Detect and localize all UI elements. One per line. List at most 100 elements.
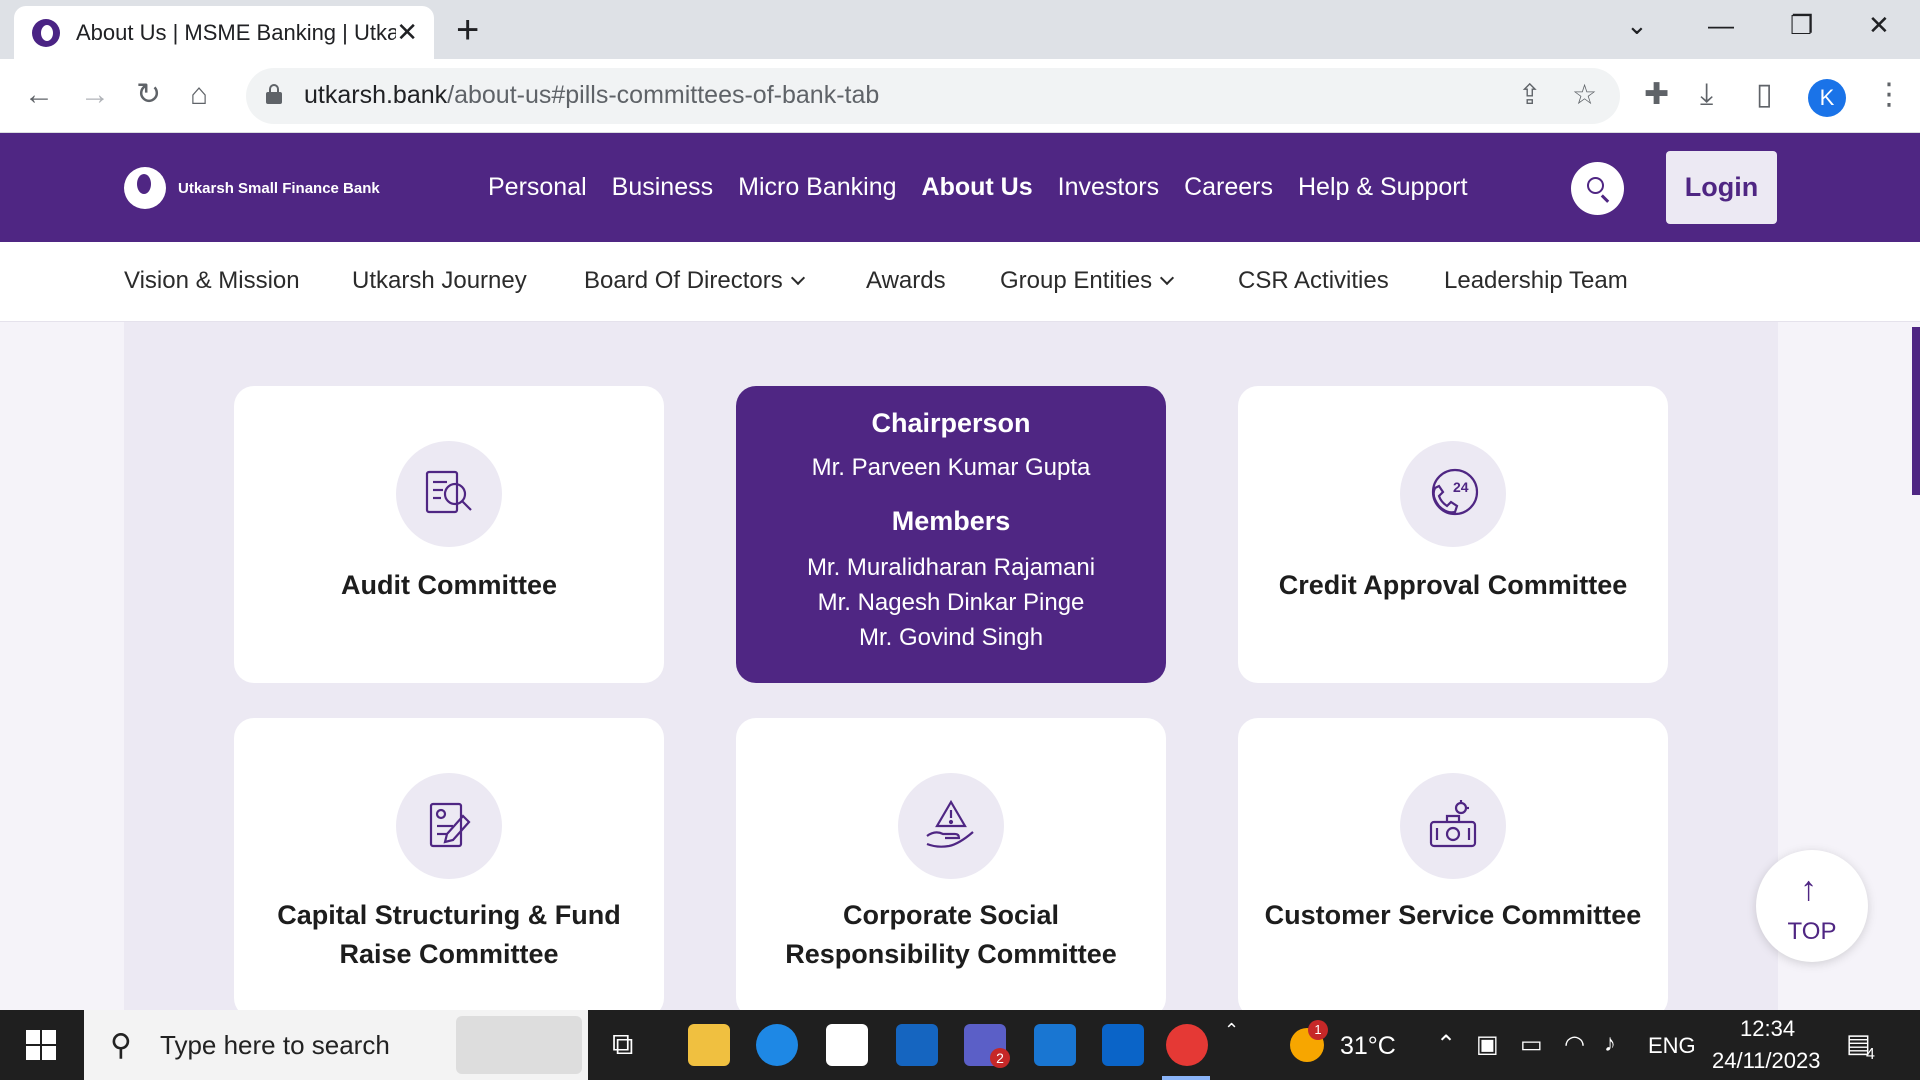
chairperson-label: Chairperson [871, 408, 1031, 438]
member-name: Mr. Govind Singh [858, 624, 1044, 651]
chevron-down-icon [1160, 270, 1175, 286]
extensions-icon[interactable]: ✚ [1644, 77, 1669, 113]
share-icon[interactable]: ⇪ [1518, 78, 1541, 112]
outlook-icon[interactable] [1102, 1024, 1144, 1066]
subnav-vision-mission[interactable]: Vision & Mission [124, 267, 300, 295]
address-bar[interactable]: utkarsh.bank/about-us#pills-committees-o… [246, 68, 1620, 124]
sidepanel-icon[interactable]: ▯ [1756, 77, 1773, 113]
committee-card-expanded[interactable]: Chairperson Mr. Parveen Kumar Gupta Memb… [736, 386, 1166, 683]
download-icon[interactable]: ⤓ [1700, 77, 1713, 113]
new-tab-icon[interactable]: + [456, 8, 479, 52]
about-subnav: Vision & Mission Utkarsh Journey Board O… [0, 242, 1920, 322]
subnav-leadership-team[interactable]: Leadership Team [1444, 267, 1628, 295]
audit-document-icon [396, 441, 502, 547]
store-icon[interactable] [826, 1024, 868, 1066]
card-title: Corporate Social Responsibility Committe… [785, 900, 1117, 969]
search-button[interactable] [1571, 162, 1624, 215]
member-name: Mr. Nagesh Dinkar Pinge [817, 589, 1085, 616]
weather-icon[interactable]: 1 [1290, 1020, 1328, 1062]
weather-badge: 1 [1308, 1020, 1328, 1040]
top-label: TOP [1787, 918, 1837, 945]
nav-careers[interactable]: Careers [1184, 173, 1273, 202]
overflow-icon[interactable]: ⌃ [1224, 1020, 1239, 1041]
login-button[interactable]: Login [1666, 151, 1777, 224]
chairperson-name: Mr. Parveen Kumar Gupta [811, 454, 1091, 481]
customer-service-icon [1400, 773, 1506, 879]
clock-time[interactable]: 12:34 [1740, 1016, 1795, 1042]
browser-tab-bar: About Us | MSME Banking | Utkarsh ✕ + ⌄ … [0, 0, 1920, 59]
committee-card-capital-structuring[interactable]: Capital Structuring & Fund Raise Committ… [234, 718, 664, 1018]
subnav-awards[interactable]: Awards [866, 267, 946, 295]
committee-card-csr[interactable]: Corporate Social Responsibility Committe… [736, 718, 1166, 1018]
nav-help-support[interactable]: Help & Support [1298, 173, 1468, 202]
star-icon[interactable]: ☆ [1572, 78, 1597, 112]
arrow-up-icon: ↑ [1800, 870, 1817, 908]
clock-date[interactable]: 24/11/2023 [1712, 1048, 1820, 1074]
url-text[interactable]: utkarsh.bank/about-us#pills-committees-o… [304, 81, 879, 110]
document-edit-icon [396, 773, 502, 879]
committee-card-customer-service[interactable]: Customer Service Committee [1238, 718, 1668, 1018]
wifi-icon[interactable]: ◠ [1564, 1030, 1585, 1059]
minimize-icon[interactable]: — [1708, 10, 1734, 40]
committee-card-audit[interactable]: Audit Committee [234, 386, 664, 683]
close-window-icon[interactable]: ✕ [1868, 10, 1890, 40]
restore-icon[interactable]: ❐ [1790, 10, 1813, 40]
nav-investors[interactable]: Investors [1058, 173, 1159, 202]
meet-icon[interactable]: ▣ [1476, 1030, 1499, 1059]
task-view-icon[interactable]: ⧉ [612, 1028, 633, 1062]
taskbar-search-box[interactable]: ⚲ Type here to search [84, 1010, 588, 1080]
svg-text:24: 24 [1453, 479, 1469, 495]
edge-icon[interactable] [756, 1024, 798, 1066]
windows-start-icon[interactable] [26, 1030, 56, 1060]
hand-warning-icon [898, 773, 1004, 879]
lock-icon[interactable] [266, 84, 282, 104]
tab-title: About Us | MSME Banking | Utkarsh [76, 19, 396, 45]
chrome-icon[interactable] [1166, 1024, 1208, 1066]
menu-icon[interactable]: ⋮ [1874, 77, 1904, 113]
member-name: Mr. Muralidharan Rajamani [806, 554, 1096, 581]
subnav-utkarsh-journey[interactable]: Utkarsh Journey [352, 267, 527, 295]
home-icon[interactable]: ⌂ [190, 77, 208, 113]
site-logo[interactable]: Utkarsh Small Finance Bank [124, 167, 380, 209]
members-label: Members [891, 506, 1011, 536]
back-to-top-button[interactable]: ↑ TOP [1756, 850, 1868, 962]
favicon-icon [32, 18, 60, 47]
profile-avatar[interactable]: K [1808, 79, 1846, 117]
tab-search-icon[interactable]: ⌄ [1626, 10, 1648, 40]
subnav-csr-activities[interactable]: CSR Activities [1238, 267, 1389, 295]
committee-card-credit-approval[interactable]: 24 Credit Approval Committee [1238, 386, 1668, 683]
taskbar-search-placeholder: Type here to search [160, 1030, 390, 1060]
battery-icon[interactable]: ▭ [1520, 1030, 1543, 1059]
defender-icon[interactable] [1034, 1024, 1076, 1066]
search-icon: ⚲ [110, 1029, 132, 1062]
main-nav: Personal Business Micro Banking About Us… [488, 173, 1493, 202]
people-icon[interactable] [456, 1016, 582, 1074]
active-app-indicator [1162, 1076, 1210, 1080]
news-app-icon[interactable] [896, 1024, 938, 1066]
nav-about-us[interactable]: About Us [922, 173, 1033, 202]
nav-micro-banking[interactable]: Micro Banking [738, 173, 896, 202]
volume-icon[interactable]: ♪ [1604, 1030, 1616, 1058]
notification-count: 4 [1866, 1046, 1875, 1063]
language-indicator[interactable]: ENG [1648, 1033, 1696, 1059]
subnav-group-entities[interactable]: Group Entities [1000, 267, 1175, 295]
page-scrollbar[interactable] [1912, 327, 1920, 495]
forward-icon[interactable]: → [80, 77, 110, 113]
back-icon[interactable]: ← [24, 77, 54, 113]
card-title: Audit Committee [341, 570, 557, 600]
card-title: Customer Service Committee [1264, 900, 1642, 930]
logo-icon [124, 167, 166, 209]
card-title: Capital Structuring & Fund Raise Committ… [277, 900, 621, 969]
subnav-board-of-directors[interactable]: Board Of Directors [584, 267, 805, 295]
tray-expand-icon[interactable]: ⌃ [1436, 1030, 1456, 1059]
tab-close-icon[interactable]: ✕ [396, 18, 418, 46]
phone-24-icon: 24 [1400, 441, 1506, 547]
teams-icon[interactable]: 2 [964, 1024, 1010, 1068]
nav-business[interactable]: Business [612, 173, 713, 202]
reload-icon[interactable]: ↻ [136, 77, 161, 113]
nav-personal[interactable]: Personal [488, 173, 587, 202]
file-explorer-icon[interactable] [688, 1024, 730, 1066]
browser-tab[interactable]: About Us | MSME Banking | Utkarsh ✕ [14, 6, 434, 59]
windows-taskbar: ⚲ Type here to search ⧉ 2 ⌃ 1 31°C ⌃ ▣ ▭… [0, 1010, 1920, 1080]
temperature[interactable]: 31°C [1340, 1032, 1396, 1061]
